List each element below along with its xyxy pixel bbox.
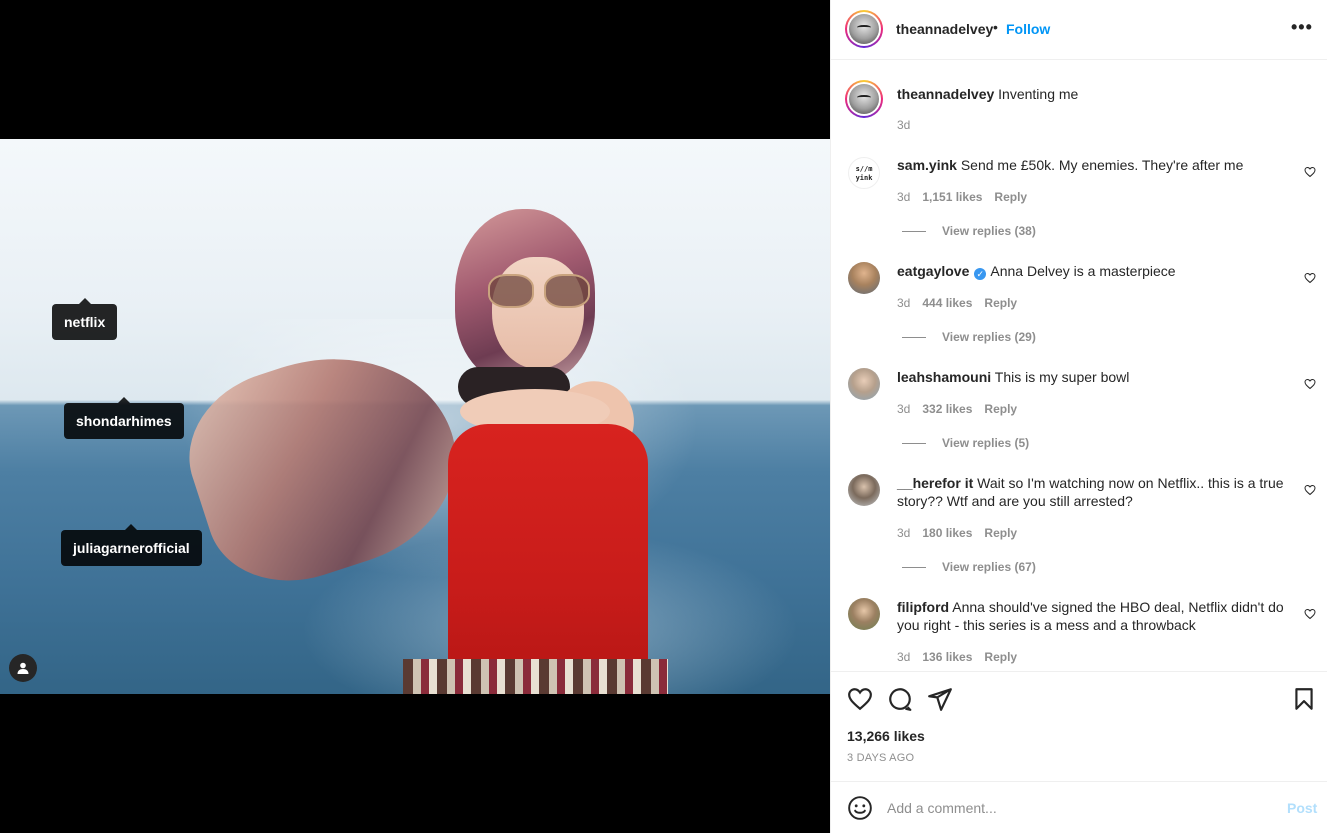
- comment-text: eatgaylove ✓ Anna Delvey is a masterpiec…: [897, 262, 1292, 280]
- comment-likes[interactable]: 332 likes: [922, 402, 972, 416]
- emoji-smiley-icon[interactable]: [847, 795, 873, 821]
- reply-button[interactable]: Reply: [984, 526, 1017, 540]
- comment-time[interactable]: 3d: [897, 190, 910, 204]
- verified-badge-icon: ✓: [974, 268, 987, 280]
- like-heart-icon[interactable]: [847, 686, 873, 712]
- commenter-avatar[interactable]: s//m yink: [848, 157, 880, 189]
- caption-meta: 3d: [897, 118, 922, 132]
- photo-red-dress: [448, 424, 648, 694]
- comment-time[interactable]: 3d: [897, 402, 910, 416]
- comment-likes[interactable]: 444 likes: [922, 296, 972, 310]
- instagram-post-modal: netflix shondarhimes juliagarnerofficial…: [0, 0, 1327, 833]
- comment-meta: 3d 180 likes Reply: [897, 526, 1029, 540]
- svg-text:yink: yink: [856, 174, 874, 182]
- view-replies-label: View replies (38): [942, 224, 1036, 238]
- comment-body: Anna Delvey is a masterpiece: [990, 263, 1176, 279]
- caption-time[interactable]: 3d: [897, 118, 910, 132]
- caption-body: Inventing me: [998, 86, 1079, 102]
- post-like-count[interactable]: 13,266 likes: [847, 728, 925, 744]
- user-tag-shondarhimes[interactable]: shondarhimes: [64, 397, 184, 439]
- comment-meta: 3d 136 likes Reply: [897, 650, 1029, 664]
- author-avatar[interactable]: [845, 10, 883, 48]
- view-replies-button[interactable]: View replies (38): [902, 224, 1036, 238]
- commenter-avatar[interactable]: [848, 262, 880, 294]
- comment-time[interactable]: 3d: [897, 296, 910, 310]
- comment-body: Send me £50k. My enemies. They're after …: [960, 157, 1244, 173]
- post-timestamp[interactable]: 3 DAYS AGO: [847, 752, 914, 764]
- user-tag-juliagarnerofficial[interactable]: juliagarnerofficial: [61, 524, 202, 566]
- commenter-avatar[interactable]: [848, 368, 880, 400]
- commenter-avatar[interactable]: [848, 598, 880, 630]
- like-comment-heart-icon[interactable]: [1304, 608, 1316, 620]
- comment-username[interactable]: __herefor it: [897, 475, 973, 491]
- user-tag-netflix[interactable]: netflix: [52, 298, 118, 340]
- view-replies-label: View replies (29): [942, 330, 1036, 344]
- save-bookmark-icon[interactable]: [1291, 686, 1317, 712]
- view-replies-button[interactable]: View replies (29): [902, 330, 1036, 344]
- comment-username[interactable]: filipford: [897, 599, 949, 615]
- reply-button[interactable]: Reply: [984, 650, 1017, 664]
- more-options-icon[interactable]: •••: [1291, 17, 1313, 38]
- comment-text: sam.yink Send me £50k. My enemies. They'…: [897, 156, 1292, 174]
- comment-meta: 3d 1,151 likes Reply: [897, 190, 1039, 204]
- post-side-panel: theannadelvey • Follow ••• theannadelvey…: [830, 0, 1327, 833]
- comment-bubble-icon[interactable]: [887, 686, 913, 712]
- comment-username[interactable]: leahshamouni: [897, 369, 991, 385]
- reply-button[interactable]: Reply: [984, 296, 1017, 310]
- comments-list[interactable]: theannadelvey Inventing me 3d s//m yink s…: [831, 61, 1327, 671]
- svg-text:s//m: s//m: [856, 165, 873, 173]
- comment-meta: 3d 332 likes Reply: [897, 402, 1029, 416]
- like-comment-heart-icon[interactable]: [1304, 484, 1316, 496]
- comment-username[interactable]: sam.yink: [897, 157, 957, 173]
- comment-meta: 3d 444 likes Reply: [897, 296, 1029, 310]
- comment-body: This is my super bowl: [994, 369, 1130, 385]
- view-replies-button[interactable]: View replies (5): [902, 436, 1029, 450]
- comment-username[interactable]: eatgaylove: [897, 263, 969, 279]
- commenter-avatar[interactable]: [848, 474, 880, 506]
- comment-text: __herefor it Wait so I'm watching now on…: [897, 474, 1292, 510]
- view-replies-button[interactable]: View replies (67): [902, 560, 1036, 574]
- comment-likes[interactable]: 1,151 likes: [922, 190, 982, 204]
- share-paper-plane-icon[interactable]: [927, 686, 953, 712]
- comment-body: Anna should've signed the HBO deal, Netf…: [897, 599, 1284, 633]
- comment-likes[interactable]: 180 likes: [922, 526, 972, 540]
- sam-yink-logo-icon: s//myink: [856, 165, 874, 182]
- post-actions: 13,266 likes 3 DAYS AGO: [831, 671, 1327, 781]
- header-separator-dot: •: [993, 19, 998, 35]
- comment-time[interactable]: 3d: [897, 526, 910, 540]
- like-comment-heart-icon[interactable]: [1304, 378, 1316, 390]
- like-comment-heart-icon[interactable]: [1304, 272, 1316, 284]
- add-comment-input[interactable]: [887, 796, 1267, 820]
- reply-button[interactable]: Reply: [984, 402, 1017, 416]
- post-media: netflix shondarhimes juliagarnerofficial: [0, 0, 830, 833]
- reply-button[interactable]: Reply: [994, 190, 1027, 204]
- photo-handbag: [403, 659, 668, 694]
- comment-text: leahshamouni This is my super bowl: [897, 368, 1292, 386]
- author-username[interactable]: theannadelvey: [896, 21, 993, 37]
- comment-text: filipford Anna should've signed the HBO …: [897, 598, 1292, 634]
- caption-text: theannadelvey Inventing me: [897, 85, 1292, 103]
- view-replies-label: View replies (67): [942, 560, 1036, 574]
- post-header: theannadelvey • Follow •••: [831, 0, 1327, 60]
- like-comment-heart-icon[interactable]: [1304, 166, 1316, 178]
- comment-likes[interactable]: 136 likes: [922, 650, 972, 664]
- comment-time[interactable]: 3d: [897, 650, 910, 664]
- follow-button[interactable]: Follow: [1006, 21, 1050, 37]
- caption-username[interactable]: theannadelvey: [897, 86, 994, 102]
- view-replies-label: View replies (5): [942, 436, 1030, 450]
- post-comment-button[interactable]: Post: [1287, 800, 1317, 816]
- caption-avatar[interactable]: [845, 80, 883, 118]
- tagged-users-icon[interactable]: [9, 654, 37, 682]
- add-comment-bar: Post: [831, 781, 1327, 833]
- photo-sunglasses: [488, 274, 592, 308]
